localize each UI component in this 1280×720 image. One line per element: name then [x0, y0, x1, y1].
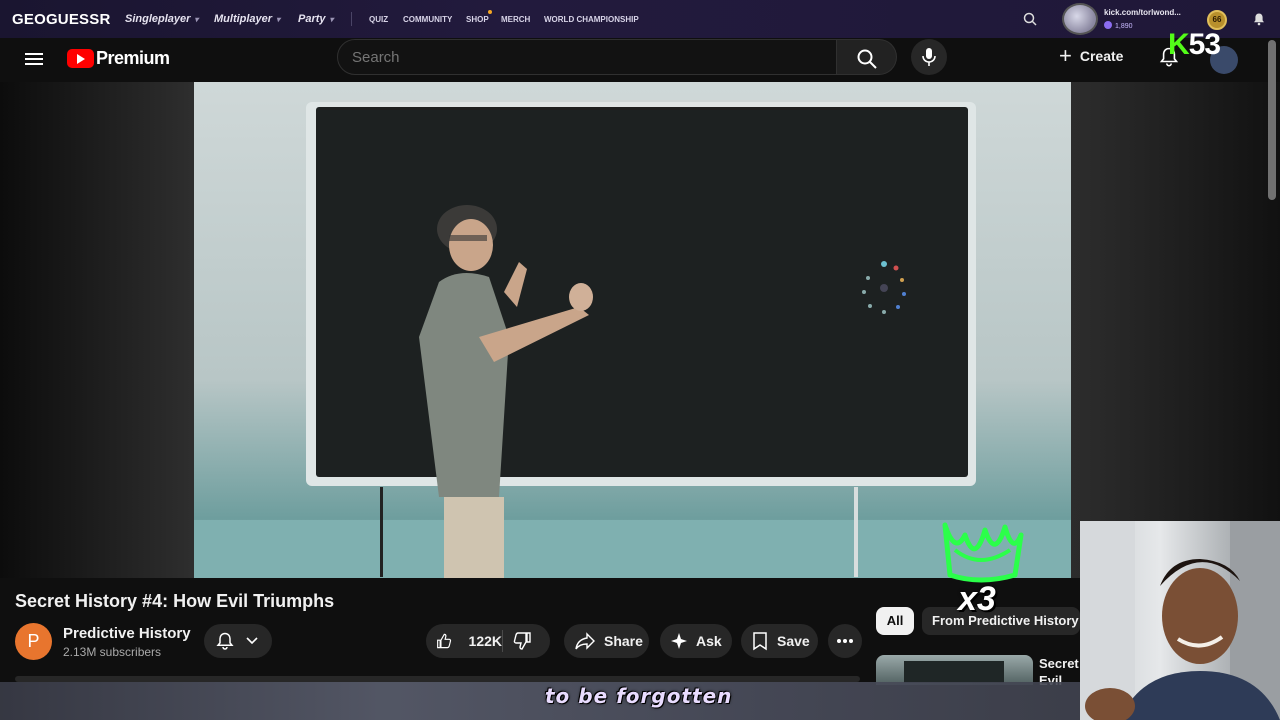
share-label: Share [604, 633, 643, 649]
nav-merch[interactable]: MERCH [501, 15, 530, 24]
streamer-figure [1080, 521, 1280, 720]
logo-premium-text: Premium [96, 48, 170, 68]
channel-avatar[interactable]: P [15, 623, 52, 660]
video-title: Secret History #4: How Evil Triumphs [15, 591, 335, 611]
recommended-video-thumbnail[interactable] [876, 655, 1033, 685]
nav-community[interactable]: COMMUNITY [403, 15, 452, 24]
page-scrollbar[interactable] [1268, 40, 1276, 200]
kick-viewer-count: K53 [1168, 28, 1221, 61]
more-actions-button[interactable] [828, 624, 862, 658]
microphone-icon [922, 48, 936, 66]
streamer-webcam [1080, 521, 1280, 720]
nav-world-championship[interactable]: WORLD CHAMPIONSHIP [544, 15, 639, 24]
search-icon [857, 49, 877, 69]
bell-icon[interactable] [1252, 12, 1266, 26]
coin-balance: 1,890 [1104, 21, 1133, 30]
youtube-play-icon [67, 49, 94, 68]
kick-logo-icon: K [1168, 28, 1190, 61]
voice-search-button[interactable] [911, 39, 947, 75]
search-icon[interactable] [1023, 12, 1037, 26]
nav-singleplayer[interactable]: Singleplayer ▾ [125, 13, 198, 25]
avatar[interactable] [1062, 3, 1098, 35]
nav-quiz[interactable]: QUIZ [369, 15, 388, 24]
presenter-figure [419, 205, 593, 578]
nav-multiplayer[interactable]: Multiplayer ▾ [214, 13, 280, 25]
nav-divider [351, 12, 352, 26]
thumbs-up-icon [437, 633, 452, 649]
video-player[interactable] [194, 82, 1071, 578]
subscriber-count: 2.13M subscribers [63, 645, 162, 659]
search-box[interactable] [337, 39, 837, 75]
green-emote-icon [942, 522, 1024, 583]
plus-icon: + [1059, 43, 1072, 68]
chevron-down-icon: ▾ [276, 15, 281, 24]
youtube-logo[interactable]: Premium [67, 48, 170, 69]
thumbs-down-icon [513, 632, 531, 650]
chip-all[interactable]: All [876, 607, 914, 635]
save-button[interactable]: Save [741, 624, 818, 658]
geoguessr-header: GEOGUESSR Singleplayer ▾ Multiplayer ▾ Par… [0, 0, 1280, 38]
channel-name[interactable]: Predictive History [63, 625, 191, 642]
username[interactable]: kick.com/torlwond... [1104, 8, 1181, 17]
sparkle-icon [671, 633, 687, 649]
create-button[interactable]: + Create [1059, 42, 1123, 70]
ask-button[interactable]: Ask [660, 624, 732, 658]
search-button[interactable] [837, 39, 897, 75]
search-input[interactable] [352, 49, 822, 66]
whiteboard-diagram [862, 261, 906, 314]
level-badge: 66 [1207, 10, 1227, 30]
nav-shop[interactable]: SHOP [466, 15, 489, 24]
youtube-header: Premium +Create K53 [0, 28, 1280, 82]
chevron-down-icon [246, 637, 258, 645]
bookmark-icon [753, 632, 767, 651]
like-button[interactable]: 122K [426, 624, 502, 658]
chevron-down-icon: ▾ [194, 15, 199, 24]
chevron-down-icon: ▾ [329, 15, 334, 24]
stand-leg [380, 487, 383, 577]
divider [502, 630, 503, 652]
emote-combo-count: x3 [958, 580, 996, 618]
more-horizontal-icon [837, 639, 853, 643]
subscription-notify-button[interactable] [204, 624, 272, 658]
dislike-button[interactable] [512, 631, 540, 654]
stream-caption: to be forgotten [545, 684, 733, 708]
menu-icon[interactable] [22, 47, 46, 71]
like-count: 122K [468, 633, 502, 649]
stand-leg [854, 487, 858, 577]
share-button[interactable]: Share [564, 624, 649, 658]
notification-dot [488, 10, 492, 14]
like-dislike-group: 122K [426, 624, 550, 658]
chip-from-channel[interactable]: From Predictive History [922, 607, 1080, 635]
geoguessr-logo[interactable]: GEOGUESSR [12, 11, 111, 28]
nav-party[interactable]: Party ▾ [298, 13, 334, 25]
ask-label: Ask [696, 633, 722, 649]
share-icon [575, 632, 595, 650]
bell-icon [216, 632, 234, 650]
save-label: Save [777, 633, 810, 649]
coin-icon [1104, 21, 1112, 29]
